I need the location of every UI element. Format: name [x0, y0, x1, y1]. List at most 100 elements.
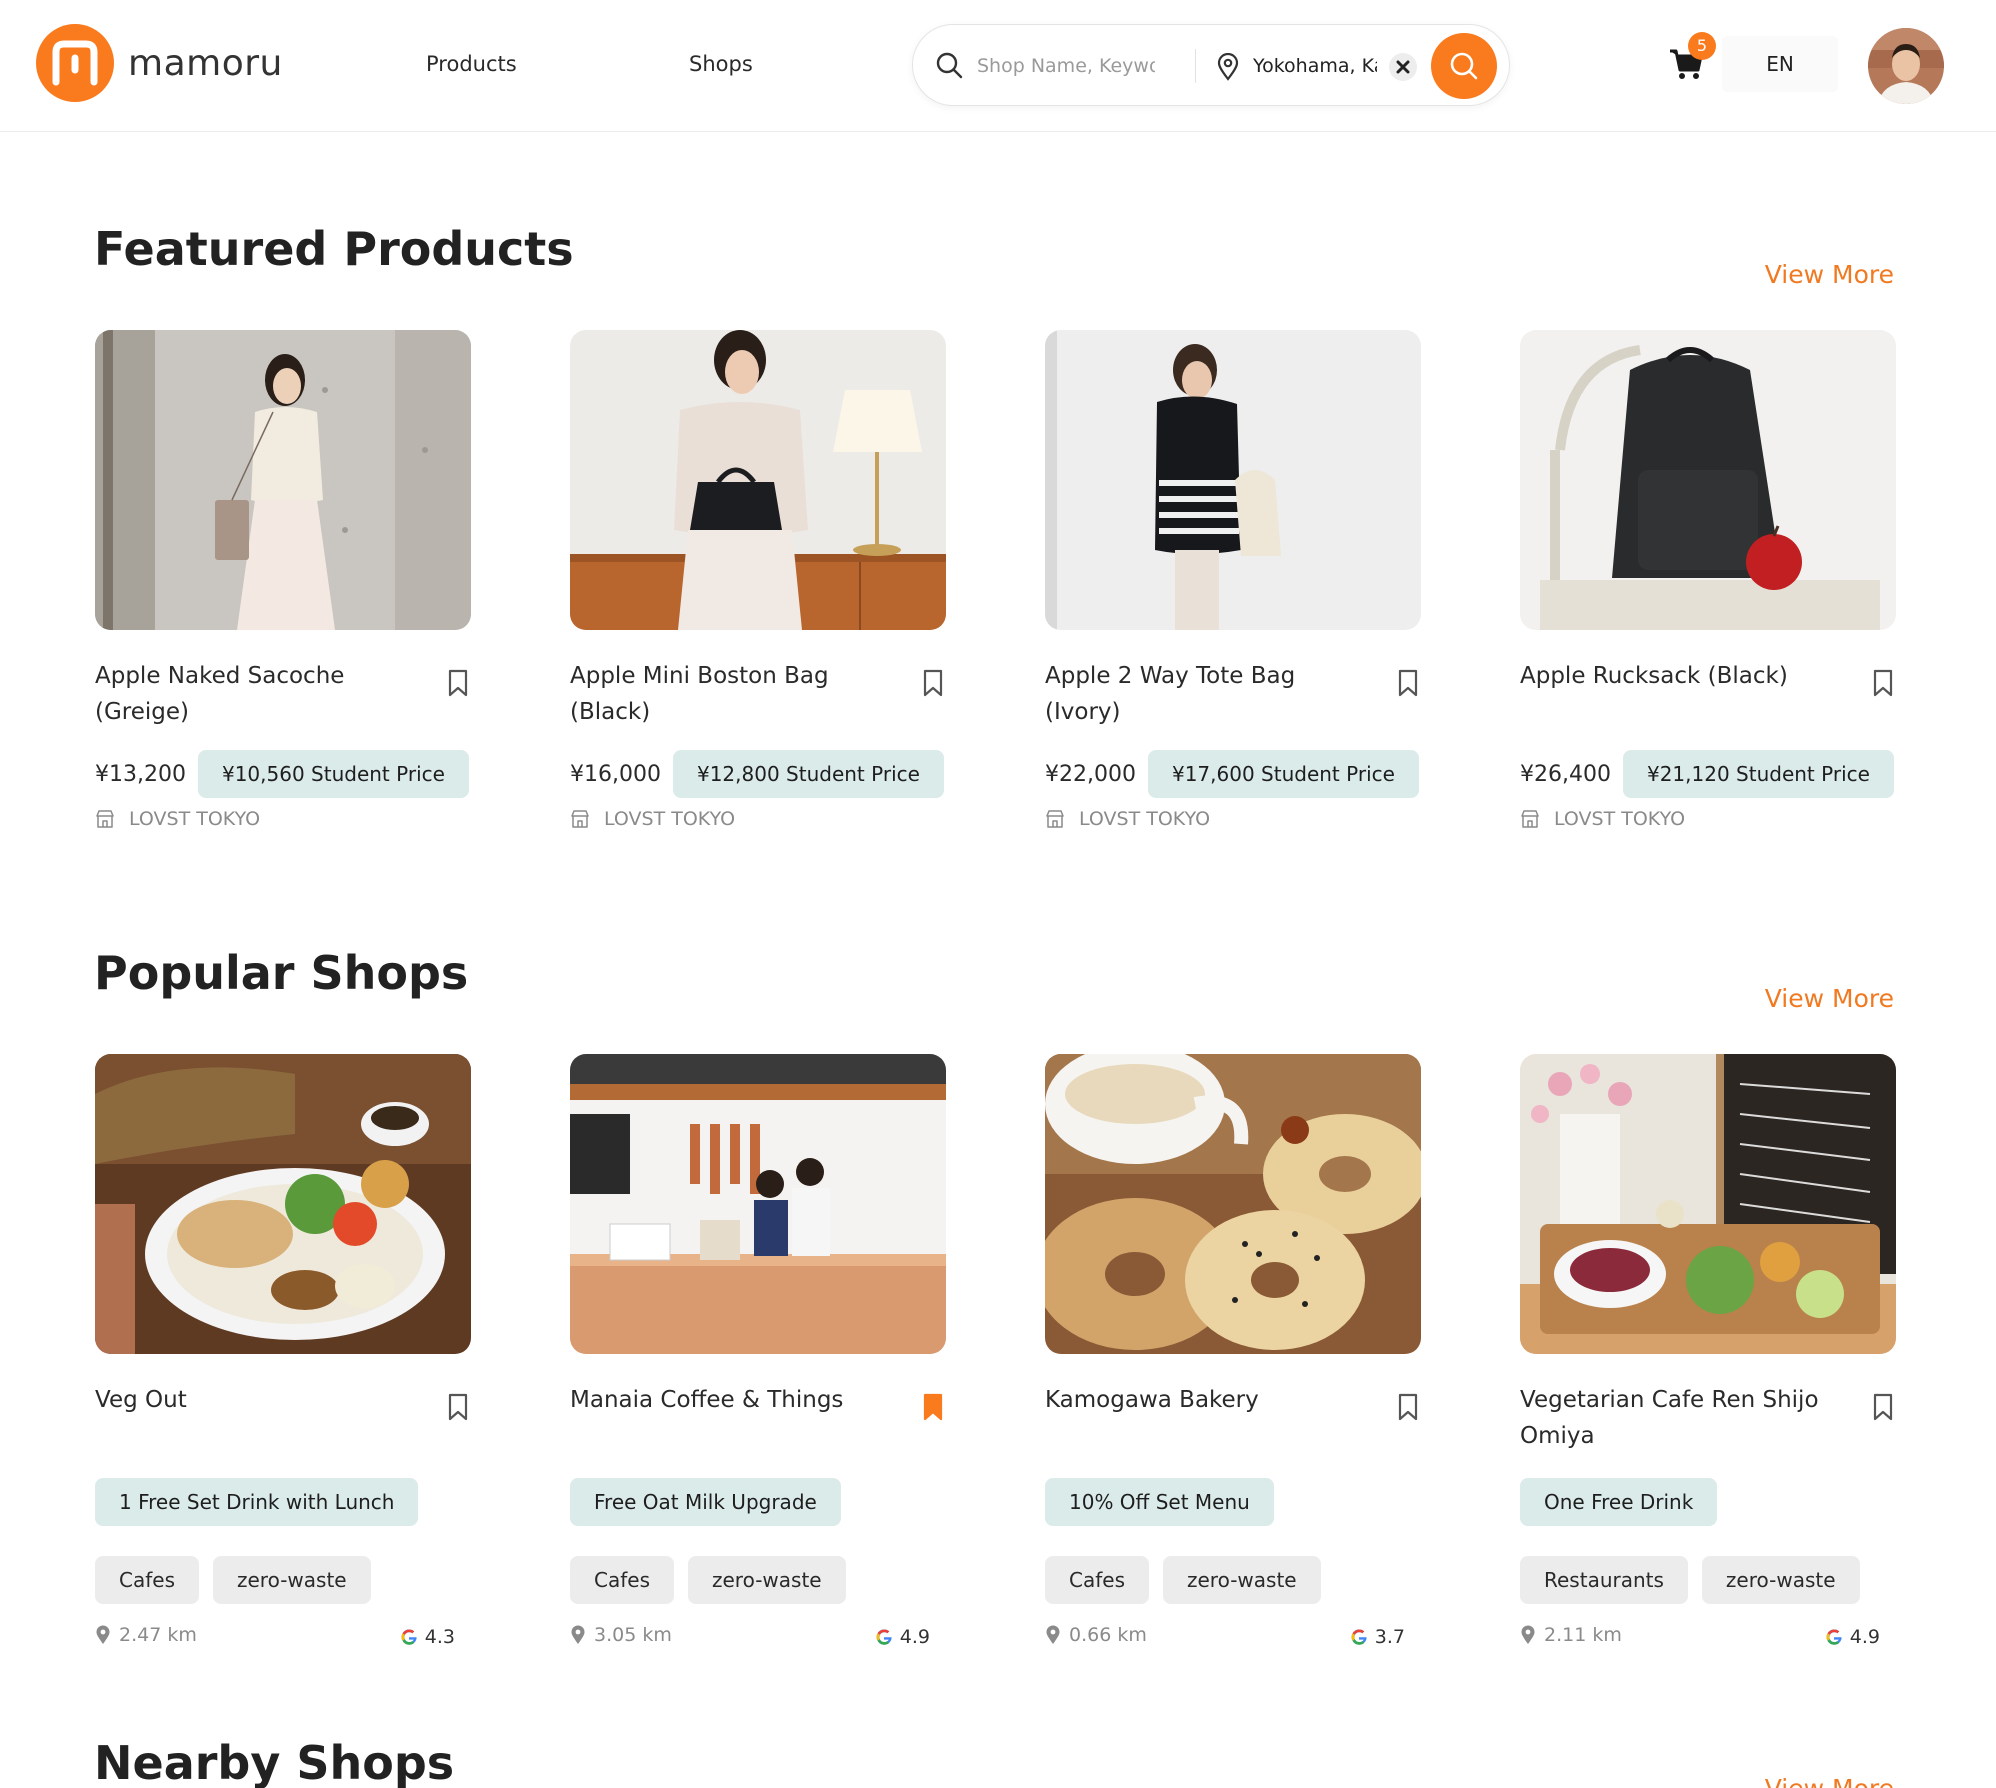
bookmark-icon[interactable]	[1395, 668, 1421, 698]
location-input[interactable]	[1253, 47, 1377, 85]
product-card: Apple 2 Way Tote Bag (Ivory) ¥22,000 ¥17…	[1045, 330, 1421, 830]
nav-products-link[interactable]: Products	[426, 52, 517, 76]
tag-chip[interactable]: zero-waste	[1701, 1556, 1860, 1604]
shop-meta: 3.05 km 4.9	[570, 1624, 946, 1654]
product-title[interactable]: Apple Naked Sacoche (Greige)	[95, 658, 413, 730]
shop-card: Manaia Coffee & Things Free Oat Milk Upg…	[570, 1054, 946, 1648]
language-selector[interactable]: EN	[1722, 36, 1838, 92]
tag-chip[interactable]: Cafes	[95, 1556, 199, 1604]
rating-value: 3.7	[1374, 1626, 1405, 1648]
tag-chip[interactable]: zero-waste	[688, 1556, 846, 1604]
shop-card: Kamogawa Bakery 10% Off Set Menu Cafes z…	[1045, 1054, 1421, 1648]
location-pin-icon	[571, 1625, 585, 1644]
popular-view-more-link[interactable]: View More	[1765, 984, 1894, 1013]
shop-tags: Cafes zero-waste	[570, 1556, 860, 1604]
shop-card: Vegetarian Cafe Ren Shijo Omiya One Free…	[1520, 1054, 1896, 1648]
bookmark-icon[interactable]	[1395, 1392, 1421, 1422]
shop-image[interactable]	[570, 1054, 946, 1354]
google-icon	[401, 1629, 417, 1645]
price-row: ¥22,000 ¥17,600 Student Price	[1045, 750, 1419, 798]
bookmark-icon[interactable]	[445, 1392, 471, 1422]
user-avatar[interactable]	[1868, 28, 1944, 104]
product-card: Apple Mini Boston Bag (Black) ¥16,000 ¥1…	[570, 330, 946, 830]
shop-meta: 2.47 km 4.3	[95, 1624, 471, 1654]
product-card: Apple Rucksack (Black) ¥26,400 ¥21,120 S…	[1520, 330, 1896, 830]
shop-image[interactable]	[1520, 1054, 1896, 1354]
distance-text: 0.66 km	[1069, 1624, 1147, 1646]
tag-chip[interactable]: Cafes	[570, 1556, 674, 1604]
product-image[interactable]	[570, 330, 946, 630]
shop-title[interactable]: Veg Out	[95, 1382, 413, 1418]
featured-products-title: Featured Products	[94, 222, 574, 276]
nav-shops-link[interactable]: Shops	[689, 52, 753, 76]
logo[interactable]: mamoru	[36, 24, 283, 102]
cart-button[interactable]: 5	[1668, 32, 1716, 82]
tag-chip[interactable]: Cafes	[1045, 1556, 1149, 1604]
offer-badge: Free Oat Milk Upgrade	[570, 1478, 841, 1526]
logo-text: mamoru	[128, 42, 283, 84]
distance-text: 2.47 km	[119, 1624, 197, 1646]
shop-title[interactable]: Vegetarian Cafe Ren Shijo Omiya	[1520, 1382, 1838, 1454]
shop-name-link[interactable]: LOVST TOKYO	[1079, 808, 1210, 830]
shop-name-link[interactable]: LOVST TOKYO	[129, 808, 260, 830]
bookmark-icon[interactable]	[1870, 668, 1896, 698]
bookmark-icon[interactable]	[445, 668, 471, 698]
shop-name-link[interactable]: LOVST TOKYO	[604, 808, 735, 830]
product-title[interactable]: Apple Rucksack (Black)	[1520, 658, 1838, 694]
offer-badge: 1 Free Set Drink with Lunch	[95, 1478, 419, 1526]
product-shop: LOVST TOKYO	[95, 808, 260, 830]
top-header: mamoru Products Shops 5 EN	[0, 0, 1996, 132]
product-image[interactable]	[1520, 330, 1896, 630]
distance-text: 2.11 km	[1544, 1624, 1622, 1646]
shop-image[interactable]	[95, 1054, 471, 1354]
tag-chip[interactable]: zero-waste	[213, 1556, 371, 1604]
offer-badge: 10% Off Set Menu	[1045, 1478, 1274, 1526]
tag-chip[interactable]: zero-waste	[1163, 1556, 1321, 1604]
rating-value: 4.3	[424, 1626, 455, 1648]
featured-view-more-link[interactable]: View More	[1765, 260, 1894, 289]
search-icon	[935, 51, 963, 83]
shop-title[interactable]: Kamogawa Bakery	[1045, 1382, 1363, 1418]
popular-shops-title: Popular Shops	[94, 946, 469, 1000]
product-image[interactable]	[1045, 330, 1421, 630]
regular-price: ¥13,200	[95, 761, 186, 787]
google-rating: 3.7	[1349, 1626, 1405, 1648]
rating-value: 4.9	[899, 1626, 930, 1648]
search-button[interactable]	[1431, 33, 1497, 99]
shop-tags: Cafes zero-waste	[95, 1556, 385, 1604]
product-shop: LOVST TOKYO	[570, 808, 735, 830]
location-pin-icon	[1217, 52, 1239, 85]
shop-title[interactable]: Manaia Coffee & Things	[570, 1382, 888, 1418]
distance: 2.47 km	[95, 1624, 197, 1646]
clear-location-button[interactable]	[1389, 53, 1417, 81]
search-bar	[912, 24, 1510, 106]
cart-count-badge: 5	[1688, 32, 1716, 60]
bookmark-filled-icon[interactable]	[920, 1392, 946, 1422]
search-icon	[1450, 52, 1478, 80]
google-icon	[1351, 1629, 1367, 1645]
distance: 0.66 km	[1045, 1624, 1147, 1646]
search-input[interactable]	[977, 47, 1155, 85]
shop-image[interactable]	[1045, 1054, 1421, 1354]
product-title[interactable]: Apple 2 Way Tote Bag (Ivory)	[1045, 658, 1363, 730]
google-rating: 4.9	[874, 1626, 930, 1648]
shop-meta: 2.11 km 4.9	[1520, 1624, 1896, 1654]
bookmark-icon[interactable]	[1870, 1392, 1896, 1422]
store-icon	[571, 810, 589, 828]
regular-price: ¥26,400	[1520, 761, 1611, 787]
logo-icon	[36, 24, 114, 102]
student-price-badge: ¥10,560 Student Price	[197, 750, 469, 798]
shop-name-link[interactable]: LOVST TOKYO	[1554, 808, 1685, 830]
distance: 3.05 km	[570, 1624, 672, 1646]
price-row: ¥26,400 ¥21,120 Student Price	[1520, 750, 1894, 798]
price-row: ¥13,200 ¥10,560 Student Price	[95, 750, 469, 798]
nearby-view-more-link[interactable]: View More	[1765, 1774, 1894, 1788]
tag-chip[interactable]: Restaurants	[1520, 1556, 1688, 1604]
bookmark-icon[interactable]	[920, 668, 946, 698]
student-price-badge: ¥17,600 Student Price	[1147, 750, 1419, 798]
store-icon	[1521, 810, 1539, 828]
product-image[interactable]	[95, 330, 471, 630]
product-title[interactable]: Apple Mini Boston Bag (Black)	[570, 658, 888, 730]
shop-tags: Cafes zero-waste	[1045, 1556, 1335, 1604]
shop-meta: 0.66 km 3.7	[1045, 1624, 1421, 1654]
